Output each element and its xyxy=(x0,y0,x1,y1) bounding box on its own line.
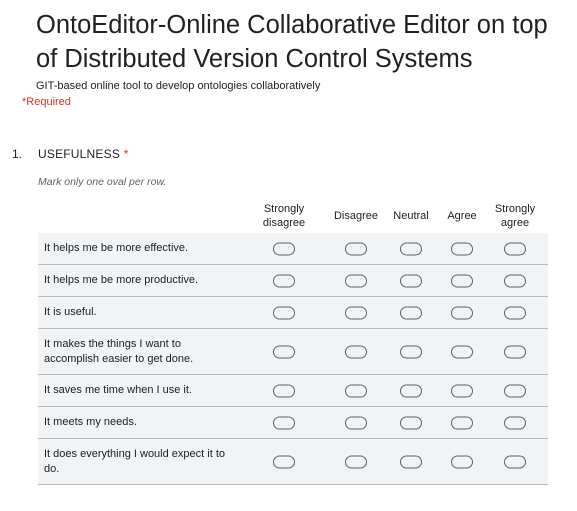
form-description: GIT-based online tool to develop ontolog… xyxy=(36,80,321,92)
radio-oval[interactable] xyxy=(273,345,295,358)
radio-oval[interactable] xyxy=(451,306,473,319)
radio-oval[interactable] xyxy=(345,274,367,287)
radio-oval[interactable] xyxy=(345,416,367,429)
grid-row: It meets my needs. xyxy=(38,407,548,439)
radio-oval[interactable] xyxy=(345,455,367,468)
row-label: It saves me time when I use it. xyxy=(44,384,192,396)
grid-row: It does everything I would expect it to … xyxy=(38,439,548,485)
row-label: It does everything I would expect it to … xyxy=(44,447,225,475)
radio-oval[interactable] xyxy=(400,345,422,358)
radio-oval[interactable] xyxy=(504,274,526,287)
grid-table: Strongly disagree Disagree Neutral Agree Str… xyxy=(38,199,548,485)
required-note: *Required xyxy=(22,96,71,108)
radio-oval[interactable] xyxy=(400,384,422,397)
radio-oval[interactable] xyxy=(504,384,526,397)
question-title: USEFULNESS * xyxy=(38,147,128,161)
radio-oval[interactable] xyxy=(451,242,473,255)
radio-oval[interactable] xyxy=(504,306,526,319)
radio-oval[interactable] xyxy=(504,455,526,468)
grid-row: It saves me time when I use it. xyxy=(38,375,548,407)
radio-oval[interactable] xyxy=(400,242,422,255)
column-header-1: Disagree xyxy=(333,210,379,222)
radio-oval[interactable] xyxy=(504,242,526,255)
radio-oval[interactable] xyxy=(345,384,367,397)
column-header-3: Agree xyxy=(447,210,477,222)
radio-oval[interactable] xyxy=(345,345,367,358)
required-asterisk: * xyxy=(123,147,129,161)
radio-oval[interactable] xyxy=(273,416,295,429)
radio-oval[interactable] xyxy=(273,274,295,287)
radio-oval[interactable] xyxy=(451,274,473,287)
radio-oval[interactable] xyxy=(273,455,295,468)
form-title: OntoEditor-Online Collaborative Editor o… xyxy=(36,11,548,73)
radio-oval[interactable] xyxy=(400,416,422,429)
radio-oval[interactable] xyxy=(273,384,295,397)
radio-oval[interactable] xyxy=(400,455,422,468)
question-hint: Mark only one oval per row. xyxy=(38,176,167,188)
row-label: It helps me be more productive. xyxy=(44,274,199,286)
grid-header: Strongly disagree Disagree Neutral Agree Str… xyxy=(38,199,548,233)
row-label: It is useful. xyxy=(44,306,97,318)
radio-oval[interactable] xyxy=(451,345,473,358)
question-number: 1. xyxy=(12,147,23,161)
radio-oval[interactable] xyxy=(451,455,473,468)
row-label: It meets my needs. xyxy=(44,416,137,428)
row-label: It makes the things I want to accomplish… xyxy=(44,337,194,365)
radio-oval[interactable] xyxy=(504,345,526,358)
radio-oval[interactable] xyxy=(345,306,367,319)
radio-oval[interactable] xyxy=(273,242,295,255)
grid-row: It helps me be more effective. xyxy=(38,233,548,265)
grid-row: It helps me be more productive. xyxy=(38,265,548,297)
grid-row: It makes the things I want to accomplish… xyxy=(38,329,548,375)
question-title-text: USEFULNESS xyxy=(38,147,121,161)
column-header-0: Strongly disagree xyxy=(262,203,306,229)
radio-oval[interactable] xyxy=(400,306,422,319)
radio-oval[interactable] xyxy=(273,306,295,319)
column-header-4: Strongly agree xyxy=(494,203,536,229)
radio-oval[interactable] xyxy=(400,274,422,287)
radio-oval[interactable] xyxy=(345,242,367,255)
grid-row: It is useful. xyxy=(38,297,548,329)
radio-oval[interactable] xyxy=(451,384,473,397)
column-header-2: Neutral xyxy=(393,210,429,222)
row-label: It helps me be more effective. xyxy=(44,242,189,254)
radio-oval[interactable] xyxy=(451,416,473,429)
radio-oval[interactable] xyxy=(504,416,526,429)
